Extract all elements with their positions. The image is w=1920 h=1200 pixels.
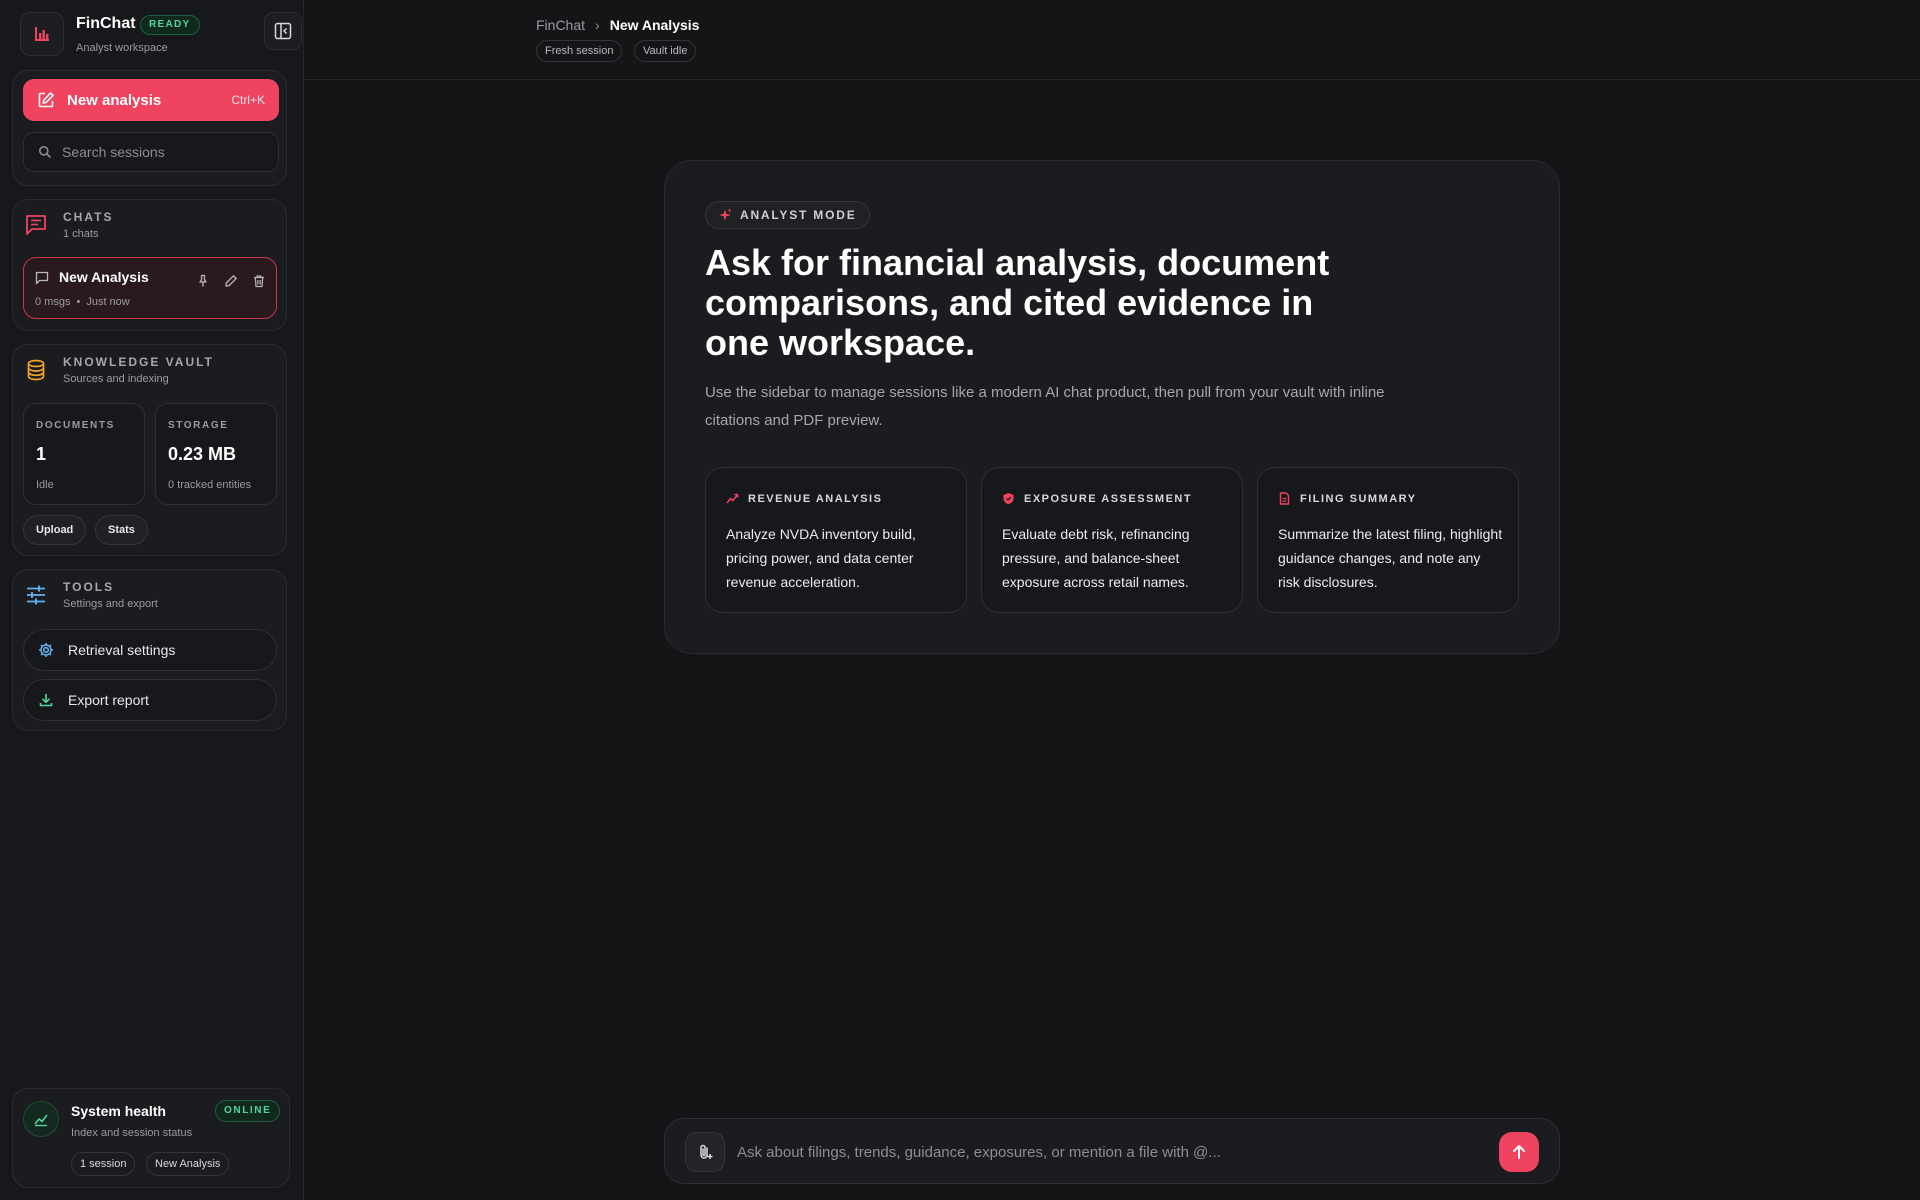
breadcrumb: FinChat › New Analysis bbox=[536, 17, 699, 33]
attach-file-button[interactable] bbox=[685, 1132, 725, 1172]
vault-state-chip: Vault idle bbox=[634, 40, 697, 62]
analyst-mode-label: ANALYST MODE bbox=[740, 208, 857, 222]
card-header: EXPOSURE ASSESSMENT bbox=[1002, 492, 1192, 505]
upload-button[interactable]: Upload bbox=[23, 515, 87, 545]
retrieval-settings-button[interactable]: Retrieval settings bbox=[23, 629, 277, 671]
search-icon bbox=[39, 146, 52, 159]
trend-chart-icon bbox=[726, 493, 739, 504]
storage-entities: 0 tracked entities bbox=[168, 479, 252, 491]
health-subtitle: Index and session status bbox=[71, 1127, 193, 1139]
pin-icon[interactable] bbox=[196, 274, 210, 288]
sidebar-toggle-icon bbox=[274, 22, 292, 40]
app-subtitle: Analyst workspace bbox=[76, 42, 168, 54]
system-health-card: System health ONLINE Index and session s… bbox=[12, 1088, 290, 1188]
bar-chart-logo-icon bbox=[20, 12, 64, 56]
new-analysis-shortcut: Ctrl+K bbox=[231, 93, 265, 107]
message-composer bbox=[664, 1118, 1560, 1184]
tools-panel: TOOLS Settings and export Retrieval sett… bbox=[12, 569, 287, 731]
new-analysis-label: New analysis bbox=[67, 91, 162, 109]
storage-label: STORAGE bbox=[168, 420, 229, 431]
message-input[interactable] bbox=[737, 1137, 1457, 1167]
chat-timestamp: Just now bbox=[86, 296, 130, 308]
chat-msg-count: 0 msgs bbox=[35, 296, 71, 308]
actions-panel: New analysis Ctrl+K bbox=[12, 70, 287, 186]
chat-session-title: New Analysis bbox=[59, 269, 149, 285]
sidebar: FinChat READY Analyst workspace New anal… bbox=[0, 0, 304, 1200]
breadcrumb-root[interactable]: FinChat bbox=[536, 17, 585, 33]
card-header: REVENUE ANALYSIS bbox=[726, 492, 882, 505]
vault-title: KNOWLEDGE VAULT bbox=[63, 355, 214, 369]
chat-session-meta: 0 msgs • Just now bbox=[35, 296, 130, 308]
documents-value: 1 bbox=[36, 444, 47, 464]
collapse-sidebar-button[interactable] bbox=[264, 12, 302, 50]
chat-lines-icon bbox=[25, 214, 47, 236]
brand-header: FinChat READY Analyst workspace bbox=[20, 12, 302, 56]
ready-badge: READY bbox=[140, 15, 200, 35]
document-icon bbox=[1279, 492, 1290, 505]
edit-square-icon bbox=[38, 92, 54, 108]
card-prompt: Analyze NVDA inventory build, pricing po… bbox=[726, 526, 916, 590]
gear-icon bbox=[39, 643, 53, 657]
arrow-up-icon bbox=[1513, 1145, 1525, 1159]
sliders-icon bbox=[25, 584, 47, 606]
download-icon bbox=[39, 694, 53, 707]
search-input[interactable] bbox=[62, 144, 262, 160]
sparkles-icon bbox=[719, 208, 732, 221]
vault-subtitle: Sources and indexing bbox=[63, 373, 169, 385]
tools-subtitle: Settings and export bbox=[63, 598, 158, 610]
chevron-right-icon: › bbox=[595, 17, 600, 33]
knowledge-vault-panel: KNOWLEDGE VAULT Sources and indexing DOC… bbox=[12, 344, 287, 556]
card-prompt: Summarize the latest filing, highlight g… bbox=[1278, 526, 1503, 590]
session-state-chip: Fresh session bbox=[536, 40, 623, 62]
analyst-mode-badge: ANALYST MODE bbox=[705, 201, 870, 229]
chat-actions bbox=[196, 274, 266, 288]
documents-status: Idle bbox=[36, 479, 54, 491]
documents-stat: DOCUMENTS 1 Idle bbox=[23, 403, 145, 505]
session-search[interactable] bbox=[23, 132, 279, 172]
export-report-label: Export report bbox=[68, 692, 149, 708]
card-header: FILING SUMMARY bbox=[1278, 492, 1417, 505]
hero-description: Use the sidebar to manage sessions like … bbox=[705, 384, 1385, 429]
new-analysis-button[interactable]: New analysis Ctrl+K bbox=[23, 79, 279, 121]
top-bar: FinChat › New Analysis Fresh session Vau… bbox=[304, 0, 1920, 80]
online-badge: ONLINE bbox=[215, 1100, 281, 1122]
session-count-chip: 1 session bbox=[71, 1152, 136, 1176]
suggestion-card-exposure[interactable]: EXPOSURE ASSESSMENT Evaluate debt risk, … bbox=[981, 467, 1243, 613]
shield-icon bbox=[1003, 493, 1014, 505]
chats-count: 1 chats bbox=[63, 228, 99, 240]
chats-panel: CHATS 1 chats New Analysis 0 msgs • Just n… bbox=[12, 199, 287, 331]
app-name: FinChat bbox=[76, 15, 136, 32]
pencil-icon[interactable] bbox=[224, 274, 238, 288]
storage-value: 0.23 MB bbox=[168, 444, 237, 464]
health-title: System health bbox=[71, 1103, 166, 1119]
activity-chart-icon bbox=[23, 1101, 59, 1137]
trash-icon[interactable] bbox=[252, 274, 266, 288]
documents-label: DOCUMENTS bbox=[36, 420, 115, 431]
database-icon bbox=[25, 359, 47, 381]
export-report-button[interactable]: Export report bbox=[23, 679, 277, 721]
chat-session-item[interactable]: New Analysis 0 msgs • Just now bbox=[23, 257, 277, 319]
tools-title: TOOLS bbox=[63, 580, 115, 594]
stats-button[interactable]: Stats bbox=[95, 515, 148, 545]
card-title: FILING SUMMARY bbox=[1300, 492, 1417, 505]
paperclip-plus-icon bbox=[700, 1144, 713, 1159]
card-title: EXPOSURE ASSESSMENT bbox=[1024, 492, 1193, 505]
active-session-chip: New Analysis bbox=[146, 1152, 230, 1176]
card-prompt: Evaluate debt risk, refinancing pressure… bbox=[1002, 526, 1190, 590]
send-button[interactable] bbox=[1499, 1132, 1539, 1172]
hero-headline: Ask for financial analysis, document com… bbox=[705, 242, 1330, 363]
suggestion-card-filing[interactable]: FILING SUMMARY Summarize the latest fili… bbox=[1257, 467, 1519, 613]
storage-stat: STORAGE 0.23 MB 0 tracked entities bbox=[155, 403, 277, 505]
breadcrumb-current: New Analysis bbox=[609, 17, 700, 33]
suggestion-card-revenue[interactable]: REVENUE ANALYSIS Analyze NVDA inventory … bbox=[705, 467, 967, 613]
message-icon bbox=[35, 271, 49, 285]
retrieval-settings-label: Retrieval settings bbox=[68, 642, 176, 658]
card-title: REVENUE ANALYSIS bbox=[748, 492, 883, 505]
welcome-hero: ANALYST MODE Ask for financial analysis,… bbox=[664, 160, 1560, 654]
chats-title: CHATS bbox=[63, 210, 114, 224]
